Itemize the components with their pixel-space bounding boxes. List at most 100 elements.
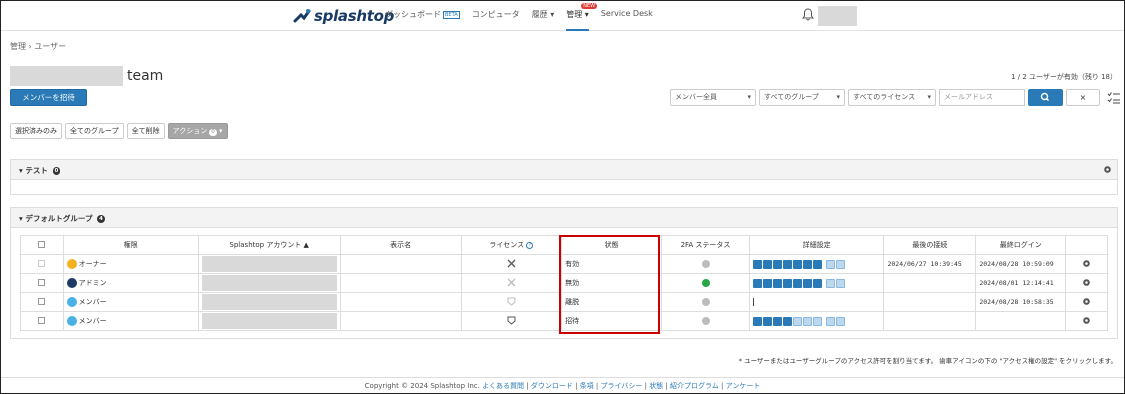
permissions-cell[interactable] (748, 273, 885, 293)
col-2fa[interactable]: 2FA ステータス (661, 235, 750, 255)
row-checkbox[interactable] (38, 297, 46, 305)
user-menu-redacted[interactable] (818, 6, 857, 26)
group-header[interactable]: ▾ デフォルトグループ 4 (11, 208, 1117, 228)
info-icon[interactable]: ? (526, 242, 534, 249)
license-cell[interactable] (460, 311, 563, 331)
clear-search-button[interactable]: × (1066, 89, 1100, 106)
group-filter-select[interactable]: すべてのグループ ▾ (759, 89, 845, 106)
perm-icon[interactable] (835, 316, 845, 326)
row-actions-cell[interactable] (1065, 311, 1108, 331)
license-shield-icon[interactable] (507, 297, 516, 306)
action-dropdown-button[interactable]: アクション 0 ▾ (167, 123, 228, 139)
nav-dashboard[interactable]: ダッシュボード BETA (385, 9, 460, 31)
perm-icon[interactable] (812, 278, 822, 288)
perm-icon[interactable] (782, 278, 792, 288)
perm-icon[interactable] (812, 259, 822, 269)
perm-icon[interactable] (825, 316, 835, 326)
nav-management[interactable]: 管理 ▾ NEW (566, 3, 598, 31)
perm-icon[interactable] (825, 278, 835, 288)
delete-all-button[interactable]: 全て削除 (126, 123, 165, 139)
perm-icon[interactable] (802, 316, 812, 326)
col-account[interactable]: Splashtop アカウント ▲ (197, 235, 341, 255)
perm-icon[interactable] (792, 316, 802, 326)
perm-icon[interactable] (825, 259, 835, 269)
license-cell[interactable] (460, 292, 563, 312)
perm-icon[interactable] (835, 259, 845, 269)
group-header[interactable]: ▾ テスト 0 (11, 160, 1117, 180)
team-name-redacted (10, 66, 123, 86)
perm-icon[interactable] (752, 278, 762, 288)
footer-link-terms[interactable]: 条項 (580, 382, 594, 390)
permissions-cell[interactable] (748, 254, 885, 274)
perm-icon[interactable] (762, 278, 772, 288)
perm-icon[interactable] (812, 316, 822, 326)
perm-icon[interactable] (762, 259, 772, 269)
gear-icon[interactable] (1082, 297, 1091, 306)
footer-link-referral[interactable]: 紹介プログラム (670, 382, 719, 390)
license-tools-icon[interactable] (507, 278, 516, 287)
row-checkbox[interactable] (38, 316, 46, 324)
filter-bar: メンバー全員 ▾ すべてのグループ ▾ すべてのライセンス ▾ メールアドレス × (670, 89, 1121, 106)
action-label: アクション (172, 127, 208, 135)
nav-history[interactable]: 履歴 ▾ (532, 9, 555, 31)
perm-icon[interactable] (835, 278, 845, 288)
perm-icon[interactable] (782, 316, 792, 326)
gear-icon[interactable] (1082, 259, 1091, 268)
col-display-name[interactable]: 表示名 (339, 235, 462, 255)
empty-permissions-marker (752, 298, 754, 306)
row-actions-cell[interactable] (1065, 254, 1108, 274)
select-only-button[interactable]: 選択済みのみ (10, 123, 62, 139)
license-shield-icon[interactable] (507, 316, 516, 325)
col-last-connection[interactable]: 最後の接続 (883, 235, 977, 255)
member-filter-select[interactable]: メンバー全員 ▾ (670, 89, 756, 106)
footer-link-privacy[interactable]: プライバシー (601, 382, 643, 390)
license-cell[interactable] (460, 254, 563, 274)
license-filter-select[interactable]: すべてのライセンス ▾ (848, 89, 936, 106)
license-tools-icon[interactable] (507, 259, 516, 268)
footer-link-status[interactable]: 状態 (649, 382, 663, 390)
2fa-disabled-icon (701, 298, 710, 306)
perm-icon[interactable] (772, 259, 782, 269)
col-permissions[interactable]: 詳細設定 (748, 235, 885, 255)
permissions-cell[interactable] (748, 311, 885, 331)
bell-icon[interactable] (802, 8, 814, 21)
perm-icon[interactable] (792, 259, 802, 269)
gear-icon[interactable] (1082, 316, 1091, 325)
perm-icon[interactable] (782, 259, 792, 269)
perm-icon[interactable] (772, 316, 782, 326)
perm-icon[interactable] (802, 278, 812, 288)
col-license[interactable]: ライセンス ? (460, 235, 563, 255)
select-all-checkbox[interactable] (38, 240, 46, 248)
footer-link-download[interactable]: ダウンロード (531, 382, 573, 390)
footer-link-survey[interactable]: アンケート (726, 382, 761, 390)
perm-icon[interactable] (792, 278, 802, 288)
license-filter-value: すべてのライセンス (853, 93, 916, 101)
email-search-input[interactable]: メールアドレス (939, 89, 1025, 106)
2fa-disabled-icon (701, 260, 710, 268)
perm-icon[interactable] (752, 316, 762, 326)
permissions-cell[interactable] (748, 292, 885, 312)
select-all-cell[interactable] (20, 235, 64, 255)
invite-member-button[interactable]: メンバーを招待 (10, 89, 87, 106)
perm-icon[interactable] (802, 259, 812, 269)
splashtop-logo[interactable]: splashtop (293, 7, 394, 25)
search-button[interactable] (1028, 89, 1063, 106)
gear-icon[interactable] (1103, 165, 1112, 174)
row-actions-cell[interactable] (1065, 273, 1108, 293)
perm-icon[interactable] (762, 316, 772, 326)
all-groups-button[interactable]: 全てのグループ (65, 123, 124, 139)
perm-icon[interactable] (772, 278, 782, 288)
nav-service-desk[interactable]: Service Desk (601, 9, 653, 31)
nav-computers[interactable]: コンピュータ (472, 9, 520, 31)
col-last-login[interactable]: 最終ログイン (975, 235, 1067, 255)
license-cell[interactable] (460, 273, 563, 293)
row-checkbox[interactable] (38, 278, 46, 286)
group-count: 4 (97, 215, 105, 223)
perm-icon[interactable] (752, 259, 762, 269)
gear-icon[interactable] (1082, 278, 1091, 287)
col-role[interactable]: 権限 (62, 235, 199, 255)
footer-link-faq[interactable]: よくある質問 (482, 382, 524, 390)
row-actions-cell[interactable] (1065, 292, 1108, 312)
column-settings-icon[interactable] (1107, 91, 1121, 105)
team-suffix: team (127, 68, 164, 84)
